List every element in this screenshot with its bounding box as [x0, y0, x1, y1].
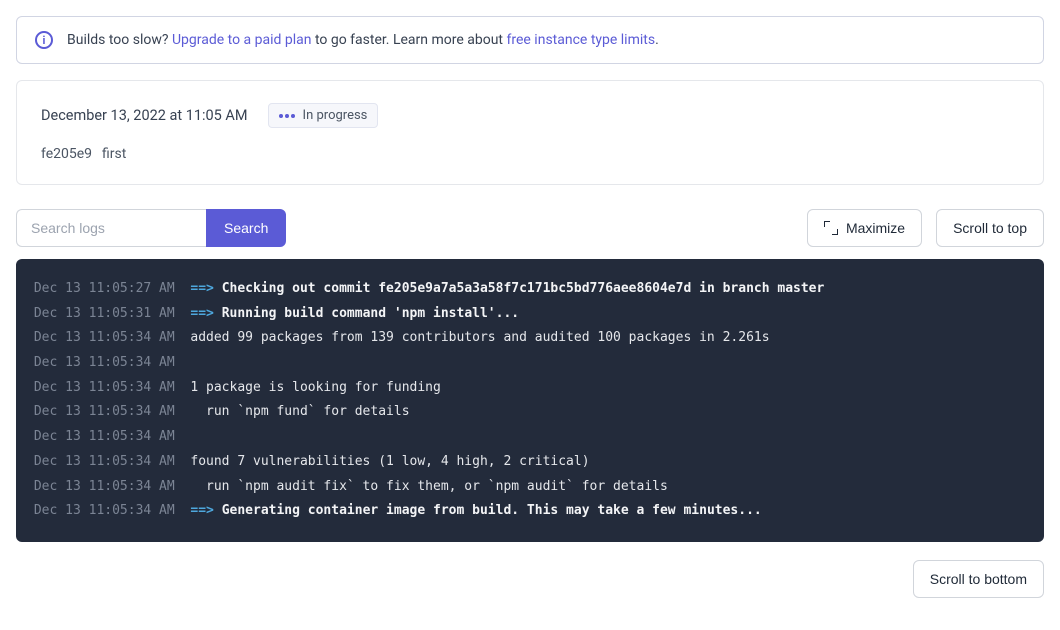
build-card: December 13, 2022 at 11:05 AM In progres…: [16, 80, 1044, 185]
right-controls: Maximize Scroll to top: [807, 209, 1044, 247]
controls-row: Search Maximize Scroll to top: [16, 209, 1044, 247]
log-line: Dec 13 11:05:27 AM ==> Checking out comm…: [26, 277, 1034, 302]
commit-message: first: [102, 146, 126, 162]
info-icon: i: [35, 31, 53, 49]
limits-link[interactable]: free instance type limits: [507, 32, 656, 48]
log-line: Dec 13 11:05:31 AM ==> Running build com…: [26, 302, 1034, 327]
search-group: Search: [16, 209, 286, 247]
status-label: In progress: [303, 108, 368, 123]
search-button[interactable]: Search: [206, 209, 286, 247]
footer-controls: Scroll to bottom: [16, 560, 1044, 598]
scroll-top-button[interactable]: Scroll to top: [936, 209, 1044, 247]
status-badge: In progress: [268, 103, 379, 128]
banner-mid: to go faster. Learn more about: [311, 32, 506, 48]
upgrade-link[interactable]: Upgrade to a paid plan: [172, 32, 312, 48]
commit-sha: fe205e9: [41, 146, 92, 162]
commit-row: fe205e9 first: [41, 146, 1019, 162]
log-line: Dec 13 11:05:34 AM run `npm audit fix` t…: [26, 475, 1034, 500]
log-panel[interactable]: Dec 13 11:05:27 AM ==> Checking out comm…: [16, 259, 1044, 542]
banner-lead: Builds too slow?: [67, 32, 172, 48]
maximize-button[interactable]: Maximize: [807, 209, 922, 247]
log-line: Dec 13 11:05:34 AM added 99 packages fro…: [26, 326, 1034, 351]
log-line: Dec 13 11:05:34 AM ==> Generating contai…: [26, 499, 1034, 524]
banner-tail: .: [655, 32, 659, 48]
log-line: Dec 13 11:05:34 AM: [26, 351, 1034, 376]
banner-text: Builds too slow? Upgrade to a paid plan …: [67, 32, 659, 48]
log-line: Dec 13 11:05:34 AM found 7 vulnerabiliti…: [26, 450, 1034, 475]
maximize-icon: [824, 221, 838, 235]
search-input[interactable]: [16, 209, 206, 247]
build-date: December 13, 2022 at 11:05 AM: [41, 107, 248, 124]
log-line: Dec 13 11:05:34 AM 1 package is looking …: [26, 376, 1034, 401]
log-line: Dec 13 11:05:34 AM: [26, 425, 1034, 450]
scroll-bottom-button[interactable]: Scroll to bottom: [913, 560, 1044, 598]
log-line: Dec 13 11:05:34 AM run `npm fund` for de…: [26, 400, 1034, 425]
build-header: December 13, 2022 at 11:05 AM In progres…: [41, 103, 1019, 128]
maximize-label: Maximize: [846, 220, 905, 236]
upgrade-banner: i Builds too slow? Upgrade to a paid pla…: [16, 16, 1044, 64]
dots-icon: [279, 114, 295, 118]
